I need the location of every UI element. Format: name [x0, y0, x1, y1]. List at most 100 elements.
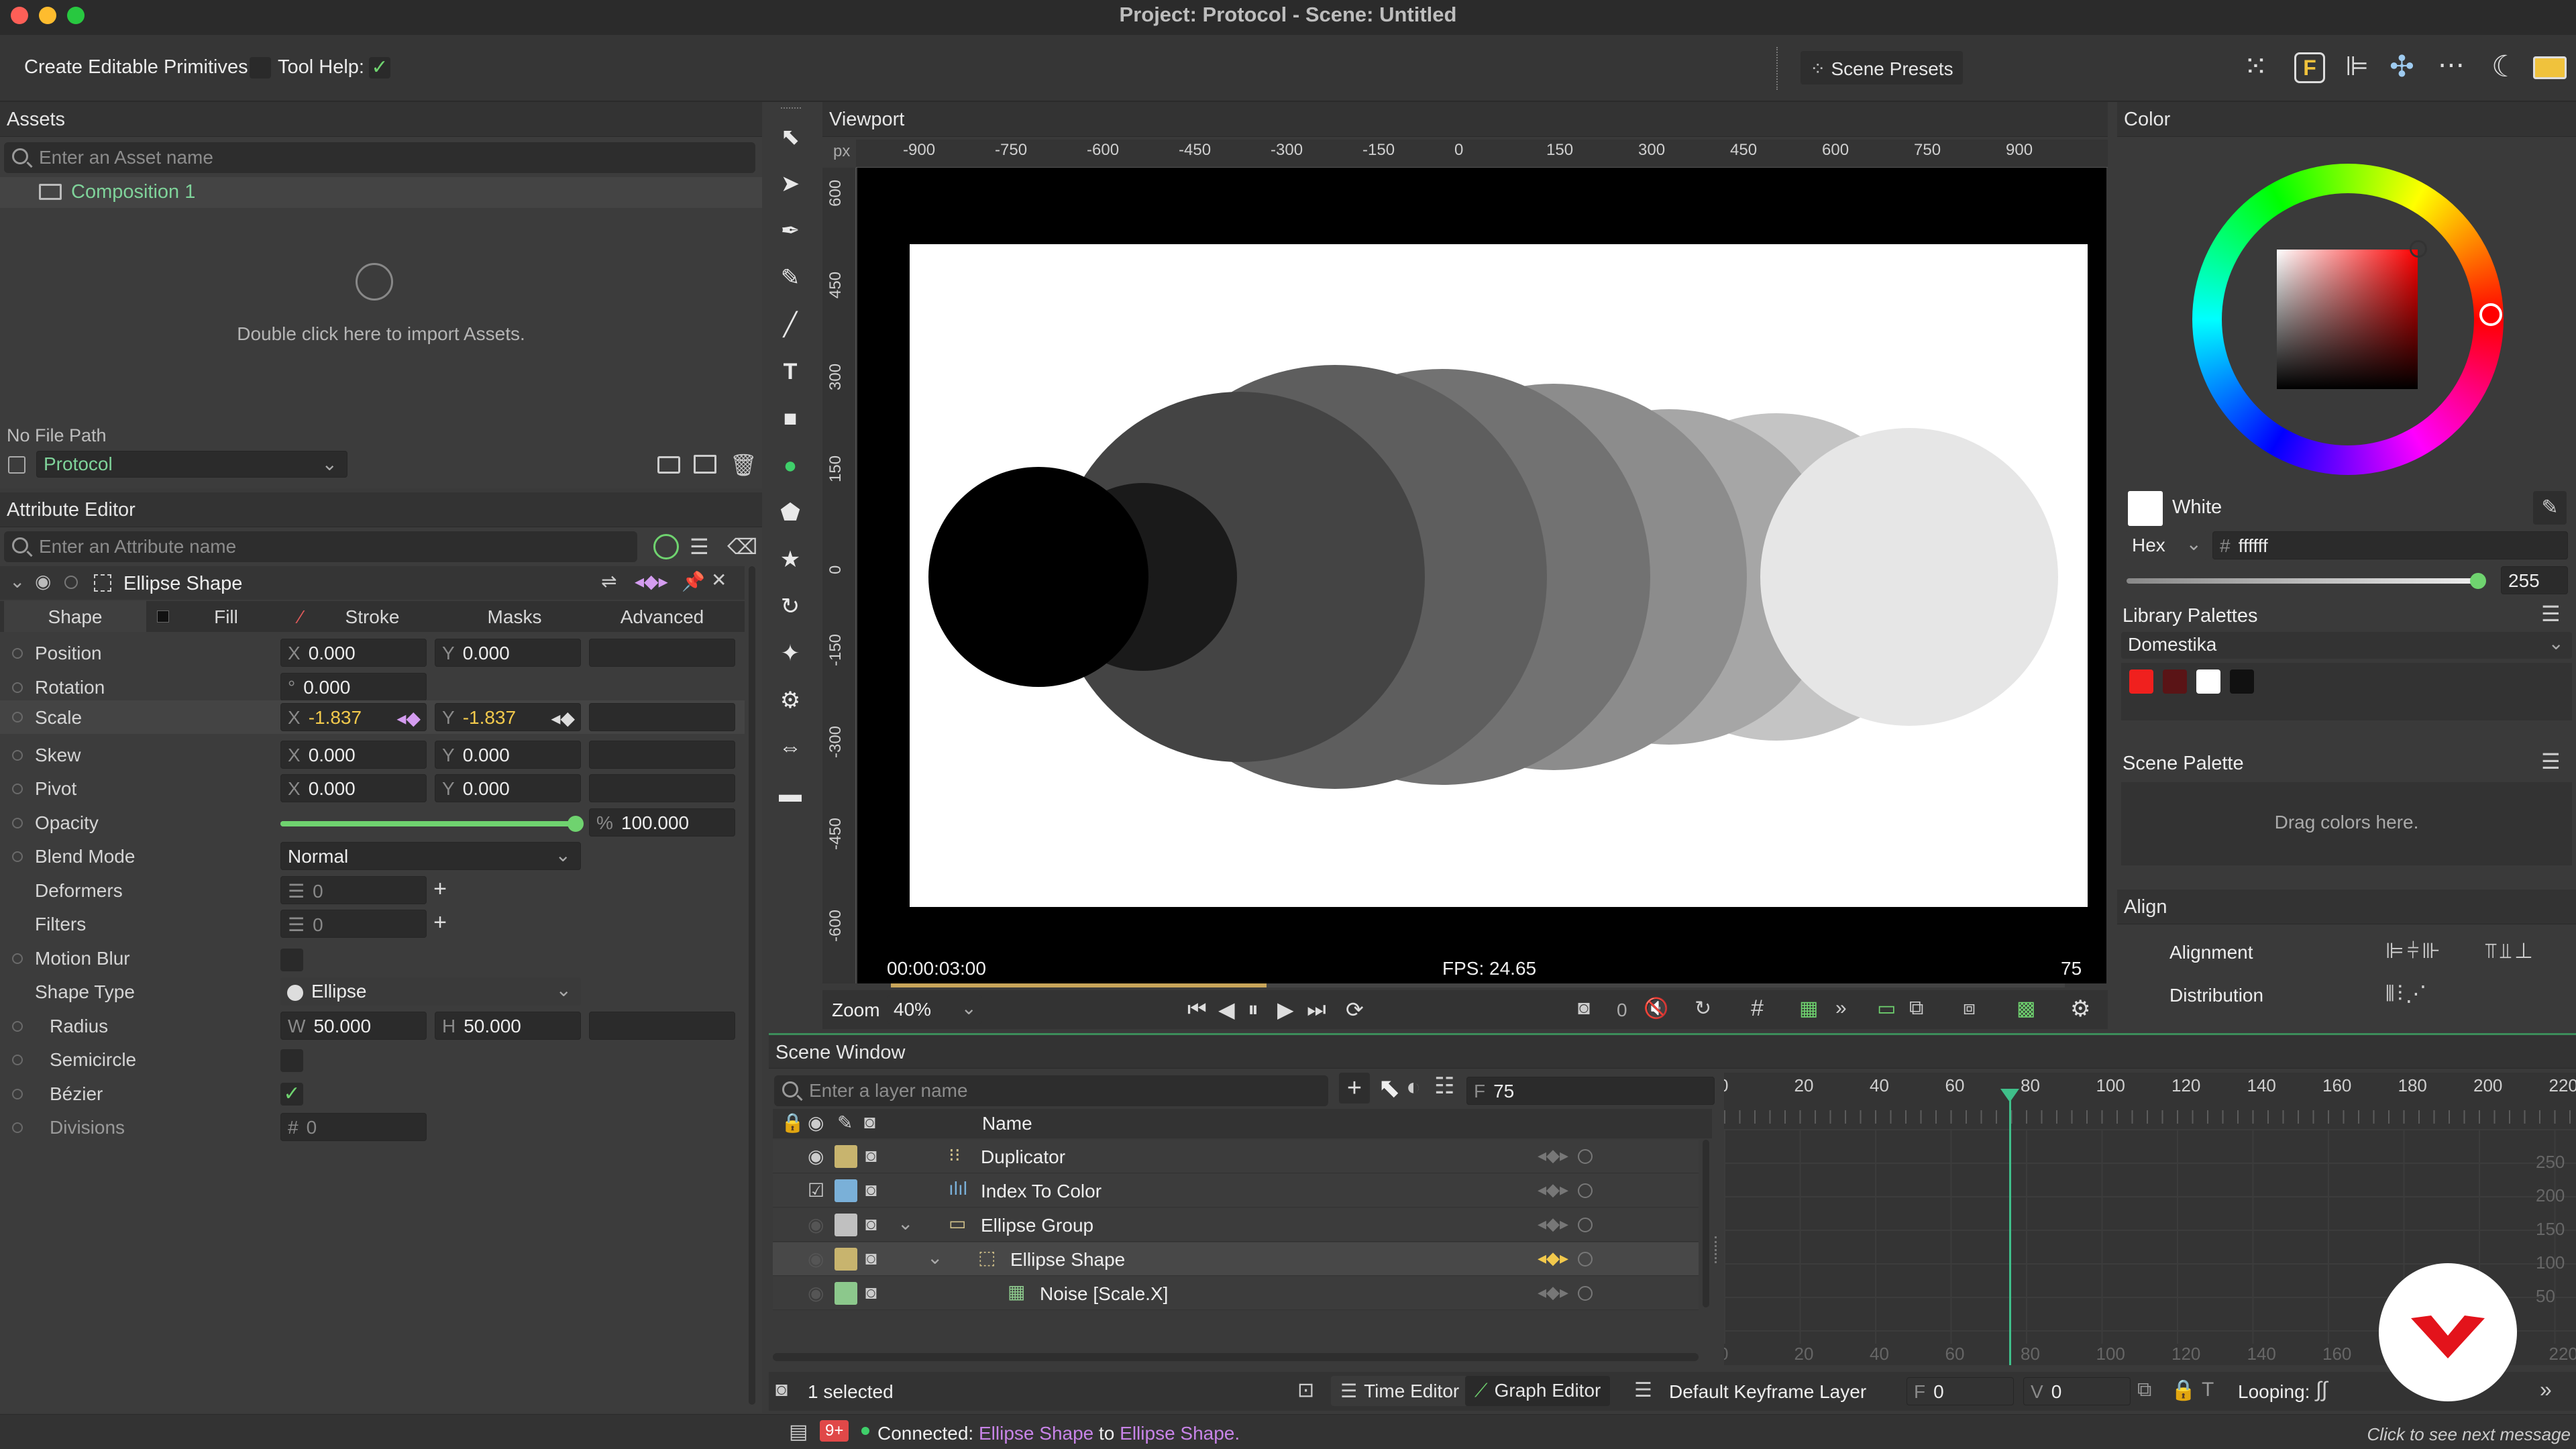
layer-scrollbar[interactable]	[1703, 1140, 1709, 1307]
palette-menu-icon[interactable]: ☰	[2541, 601, 2561, 627]
attribute-clear-icon[interactable]: ⌫	[727, 534, 757, 559]
loop-curve-icon[interactable]: ∫∫	[2316, 1377, 2328, 1402]
pause-button[interactable]: ⏸	[1248, 997, 1258, 1022]
solo-icon[interactable]	[1578, 1149, 1593, 1164]
step-forward-button[interactable]: ▶	[1277, 997, 1294, 1022]
go-to-end-button[interactable]: ⏭	[1307, 997, 1326, 1022]
loop-button[interactable]: ⟳	[1346, 997, 1364, 1022]
playback-progress-bar[interactable]	[891, 983, 2065, 987]
ellipse-tool-icon[interactable]: ●	[778, 453, 802, 478]
pivot-y-field[interactable]: Y 0.000	[435, 774, 581, 802]
keyframe-nav-icon[interactable]: ◂◆	[396, 707, 421, 729]
keyframe-nav-icon[interactable]: ◂◆▸	[635, 570, 668, 592]
link-icon[interactable]: ⇌	[601, 570, 616, 592]
keyframe-v-field[interactable]: V0	[2023, 1377, 2131, 1405]
layer-row[interactable]: ◉ ◙ ▦ Noise [Scale.X] ◂◆▸	[773, 1277, 1699, 1310]
playhead-handle[interactable]	[2000, 1089, 2019, 1102]
keyframe-dot-icon[interactable]	[12, 648, 23, 659]
camera-icon[interactable]: ◙	[865, 1179, 877, 1201]
palette-swatch-red[interactable]	[2129, 669, 2153, 694]
saturation-value-square[interactable]	[2277, 250, 2418, 389]
time-editor-tab[interactable]: ☰ Time Editor	[1331, 1376, 1469, 1406]
attribute-list-icon[interactable]: ☰	[690, 534, 709, 559]
hex-input[interactable]: # ffffff	[2212, 531, 2568, 559]
layout-icon[interactable]: ▦	[1799, 997, 1818, 1020]
keyframe-dot-icon[interactable]	[12, 750, 23, 761]
camera-icon[interactable]: ◙	[865, 1145, 877, 1167]
direct-select-tool-icon[interactable]: ➤	[778, 172, 802, 196]
layer-color-chip[interactable]	[835, 1248, 857, 1271]
snap-grid-icon[interactable]: ⁙	[2243, 50, 2268, 84]
hue-picker-handle[interactable]	[2479, 303, 2502, 326]
solo-icon[interactable]	[1578, 1218, 1593, 1232]
bezier-checkbox[interactable]: ✓	[280, 1083, 303, 1106]
camera-icon[interactable]: ◙	[865, 1282, 877, 1303]
scene-presets-button[interactable]: ⁘ Scene Presets	[1801, 51, 1963, 85]
eye-icon[interactable]: ◉	[35, 570, 51, 592]
layer-color-chip[interactable]	[835, 1179, 857, 1202]
grid-icon[interactable]: #	[1751, 996, 1764, 1022]
measure-tool-icon[interactable]: ⇔	[778, 735, 802, 759]
keyframe-dot-icon[interactable]	[12, 1122, 23, 1133]
align-left-icon[interactable]: ⊫	[2345, 51, 2369, 82]
keyframe-dot-icon[interactable]	[12, 1021, 23, 1032]
text-tool-icon[interactable]: T	[778, 360, 802, 384]
add-deformer-button[interactable]: +	[427, 876, 453, 904]
tab-fill[interactable]: Fill	[176, 606, 276, 628]
opacity-slider-handle[interactable]	[568, 816, 584, 832]
palette-swatch-black[interactable]	[2230, 669, 2254, 694]
motion-icon[interactable]: ↻	[1695, 997, 1711, 1020]
scene-palette-dropzone[interactable]: Drag colors here.	[2121, 782, 2572, 865]
pen-tool-icon[interactable]: ✒	[778, 219, 802, 243]
snap-line-icon[interactable]: ⋯	[2438, 50, 2465, 80]
keyframe-dot-icon[interactable]	[12, 818, 23, 828]
overlay-icon[interactable]: ⧉	[1909, 997, 1923, 1020]
radius-z-field[interactable]	[589, 1012, 735, 1040]
snap-points-icon[interactable]: ✣	[2390, 50, 2414, 84]
layer-h-scrollbar[interactable]	[773, 1353, 1699, 1361]
scale-z-field[interactable]	[589, 703, 735, 731]
eye-icon[interactable]: ◉	[808, 1248, 824, 1270]
deformers-field[interactable]: ☰ 0	[280, 876, 427, 904]
pivot-z-field[interactable]	[589, 774, 735, 802]
snap-font-icon[interactable]: F	[2294, 52, 2325, 83]
color-mode-select[interactable]: Hex ⌄	[2125, 531, 2207, 559]
layer-color-chip[interactable]	[835, 1214, 857, 1236]
keyframe-dot-icon[interactable]	[12, 784, 23, 794]
tab-masks[interactable]: Masks	[464, 606, 565, 628]
library-palette-select[interactable]: Domestika ⌄	[2121, 632, 2572, 659]
keyframe-dot-icon[interactable]	[12, 851, 23, 862]
lock-icon[interactable]: 🔒	[781, 1112, 804, 1134]
keyframe-dot-icon[interactable]	[12, 1055, 23, 1065]
eye-icon[interactable]: ◉	[808, 1112, 824, 1134]
step-back-button[interactable]: ◀	[1218, 997, 1235, 1022]
eye-icon[interactable]: ◉	[808, 1145, 824, 1167]
camera-icon[interactable]: ◙	[1578, 997, 1590, 1020]
alpha-input[interactable]: 255	[2501, 566, 2568, 594]
position-y-field[interactable]: Y 0.000	[435, 639, 581, 667]
check-circle-icon[interactable]: ☑	[808, 1179, 824, 1201]
star-tool-icon[interactable]: ★	[778, 547, 802, 572]
skew-x-field[interactable]: X 0.000	[280, 741, 427, 769]
distribute-icons[interactable]: ⫴⫶⋰	[2385, 981, 2429, 1007]
opacity-slider-track[interactable]	[280, 816, 584, 832]
graph-editor-tab[interactable]: ⟋ Graph Editor	[1465, 1376, 1611, 1406]
eye-icon[interactable]: ◉	[808, 1214, 824, 1236]
layer-row[interactable]: ☑ ◙ ılıl Index To Color ◂◆▸	[773, 1174, 1699, 1208]
keyframe-f-field[interactable]: F0	[1907, 1377, 2014, 1405]
keyframe-nav-icon[interactable]: ◂◆▸	[1538, 1214, 1568, 1234]
brush-icon[interactable]: ✎	[837, 1112, 853, 1134]
motion-blur-checkbox[interactable]	[280, 949, 303, 971]
tab-shape[interactable]: Shape	[4, 601, 146, 632]
focus-icon[interactable]: ⊡	[1297, 1379, 1314, 1402]
blend-mode-select[interactable]: Normal ⌄	[280, 842, 581, 870]
attribute-scrollbar[interactable]	[749, 566, 755, 1405]
tab-advanced[interactable]: Advanced	[612, 606, 712, 628]
scene-frame-field[interactable]: F 75	[1466, 1077, 1715, 1105]
next-message-hint[interactable]: Click to see next message	[2367, 1424, 2571, 1445]
radius-w-field[interactable]: W 50.000	[280, 1012, 427, 1040]
layer-row[interactable]: ◉ ◙ ⁝⁝ Duplicator ◂◆▸	[773, 1140, 1699, 1173]
keyframe-dot-icon[interactable]	[12, 1089, 23, 1099]
checker-icon[interactable]: ▩	[2017, 997, 2035, 1020]
solo-icon[interactable]	[64, 576, 78, 589]
